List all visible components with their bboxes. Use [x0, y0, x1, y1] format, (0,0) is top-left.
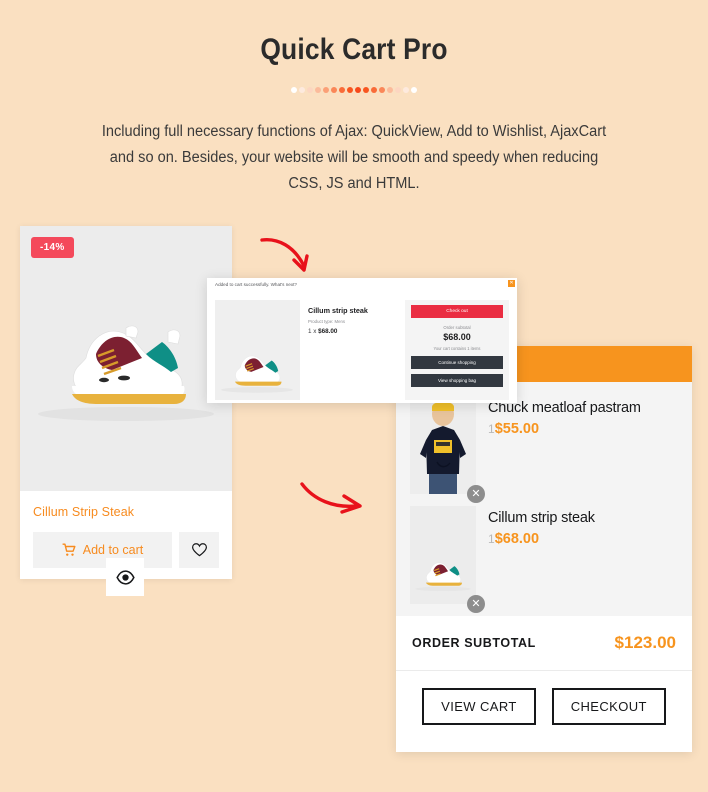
modal-product-image — [215, 300, 300, 400]
product-title[interactable]: Cillum Strip Steak — [33, 505, 219, 519]
mini-cart-subtotal-row: ORDER SUBTOTAL $123.00 — [396, 616, 692, 671]
modal-quantity-prefix: 1 x — [308, 328, 319, 335]
discount-badge: -14% — [31, 237, 74, 258]
wishlist-button[interactable] — [179, 532, 219, 568]
product-details: Cillum Strip Steak Add to cart — [20, 491, 232, 568]
decorative-dot-4 — [323, 87, 329, 93]
decorative-dot-10 — [371, 87, 377, 93]
decorative-dot-0 — [291, 87, 297, 93]
view-cart-button[interactable]: VIEW CART — [422, 688, 536, 725]
modal-product-type: Product type: Mens — [308, 319, 346, 324]
product-card[interactable]: -14% Cillum Strip Steak Add to cart — [20, 226, 232, 596]
mini-cart-footer: VIEW CART CHECKOUT — [396, 671, 692, 745]
cart-item-info: Cillum strip steak 1 $68.00 — [488, 506, 595, 604]
decorative-dot-2 — [307, 87, 313, 93]
shopping-cart-icon — [62, 543, 76, 556]
modal-product-name: Cillum strip steak — [308, 306, 368, 315]
modal-product-info: Cillum strip steak Product type: Mens 1 … — [308, 300, 397, 400]
remove-item-button[interactable]: ✕ — [467, 595, 485, 613]
decorative-dot-row — [0, 84, 708, 96]
close-icon[interactable]: ✕ — [508, 280, 515, 287]
subtotal-label: ORDER SUBTOTAL — [412, 636, 536, 650]
decorative-dot-7 — [347, 87, 353, 93]
add-to-cart-label: Add to cart — [82, 543, 144, 557]
add-to-cart-button[interactable]: Add to cart — [33, 532, 172, 568]
added-to-cart-modal: Added to cart successfully. What's next?… — [207, 278, 517, 403]
cart-item-thumb-wrap: ✕ — [410, 506, 485, 613]
decorative-dot-8 — [355, 87, 361, 93]
modal-summary-panel: Check out Order subtotal $68.00 Your car… — [405, 300, 509, 400]
modal-heading: Added to cart successfully. What's next? — [215, 282, 297, 287]
page-subtitle: Including full necessary functions of Aj… — [101, 123, 607, 192]
modal-subtotal-label: Order subtotal — [443, 325, 471, 330]
cart-item-info: Chuck meatloaf pastram 1 $55.00 — [488, 396, 641, 494]
modal-continue-shopping-button[interactable]: Continue shopping — [411, 356, 503, 369]
decorative-dot-3 — [315, 87, 321, 93]
cart-item-qty: 1 — [488, 422, 495, 436]
modal-quantity-line: 1 x $68.00 — [308, 328, 397, 335]
modal-header: Added to cart successfully. What's next?… — [207, 278, 517, 297]
decorative-dot-9 — [363, 87, 369, 93]
cart-item-price-row: 1 $55.00 — [488, 421, 641, 437]
cart-item-image[interactable] — [410, 396, 476, 494]
checkout-button[interactable]: CHECKOUT — [551, 688, 666, 725]
decorative-dot-12 — [387, 87, 393, 93]
modal-body: Cillum strip steak Product type: Mens 1 … — [207, 297, 517, 408]
decorative-dot-11 — [379, 87, 385, 93]
curved-arrow-right-icon — [300, 482, 362, 514]
decorative-dot-6 — [339, 87, 345, 93]
curved-arrow-down-right-icon — [260, 238, 309, 272]
cart-item: ✕ Cillum strip steak 1 $68.00 — [396, 500, 692, 613]
decorative-dot-13 — [395, 87, 401, 93]
decorative-dot-1 — [299, 87, 305, 93]
subtotal-value: $123.00 — [614, 633, 676, 652]
modal-shoe-image — [221, 355, 293, 393]
heart-icon — [191, 543, 207, 557]
cart-item-price-row: 1 $68.00 — [488, 531, 595, 547]
mini-cart-item-list: ✕ Chuck meatloaf pastram 1 $55.00 ✕ Cillum st… — [396, 382, 692, 616]
modal-subtotal-value: $68.00 — [443, 332, 471, 342]
cart-item-image[interactable] — [410, 506, 476, 604]
eye-icon — [115, 569, 135, 585]
modal-view-bag-button[interactable]: View shopping bag — [411, 374, 503, 387]
cart-item-name[interactable]: Cillum strip steak — [488, 510, 595, 526]
decorative-dot-14 — [403, 87, 409, 93]
cart-item-price: $55.00 — [494, 421, 540, 437]
decorative-dot-15 — [411, 87, 417, 93]
product-image-area: -14% — [20, 226, 232, 491]
page-root: Quick Cart Pro Including full necessary … — [0, 0, 708, 792]
cart-item-price: $68.00 — [494, 531, 540, 547]
modal-quantity-price: $68.00 — [318, 328, 338, 335]
cart-item-thumb-wrap: ✕ — [410, 396, 485, 503]
modal-checkout-button[interactable]: Check out — [411, 305, 503, 318]
cart-item-qty: 1 — [488, 532, 495, 546]
quickview-button[interactable] — [106, 558, 144, 596]
modal-cart-note: Your cart contains 1 items — [433, 346, 481, 351]
page-title: Quick Cart Pro — [260, 33, 448, 66]
header-section: Quick Cart Pro Including full necessary … — [0, 0, 708, 197]
product-image — [38, 325, 214, 421]
decorative-dot-5 — [331, 87, 337, 93]
